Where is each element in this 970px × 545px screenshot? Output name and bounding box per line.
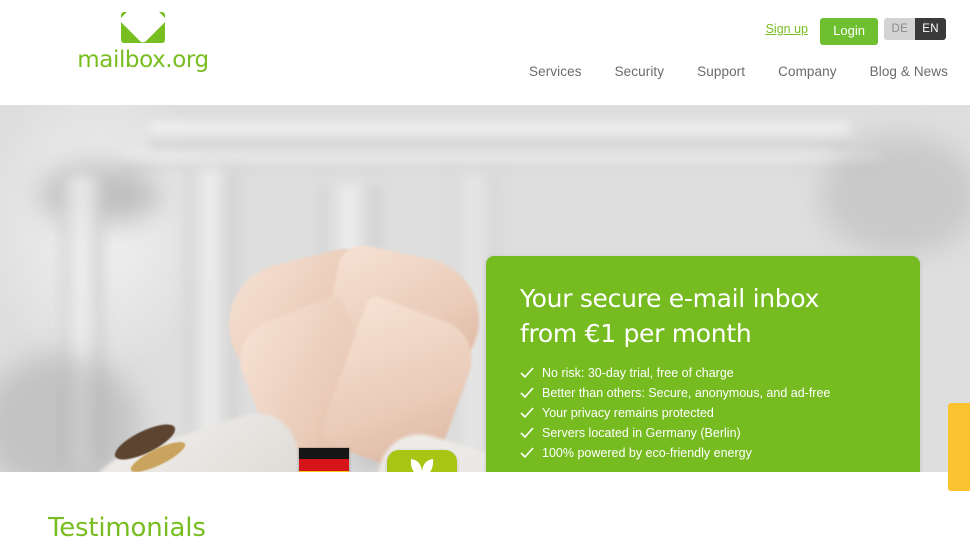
- nav-item-services[interactable]: Services: [529, 64, 582, 79]
- nav-item-support[interactable]: Support: [697, 64, 745, 79]
- envelope-icon: [121, 12, 165, 43]
- nav-item-security[interactable]: Security: [615, 64, 665, 79]
- nav-item-blog-news[interactable]: Blog & News: [870, 64, 948, 79]
- promo-feature-item: Your privacy remains protected: [520, 403, 910, 423]
- testimonials-heading: Testimonials: [48, 513, 206, 543]
- promo-feature-item: Better than others: Secure, anonymous, a…: [520, 383, 910, 403]
- promo-feature-label: Your privacy remains protected: [542, 406, 714, 420]
- promo-feature-label: 100% powered by eco-friendly energy: [542, 446, 752, 460]
- promo-title: Your secure e-mail inbox from €1 per mon…: [520, 281, 900, 351]
- promo-feature-item: No risk: 30-day trial, free of charge: [520, 363, 910, 383]
- hero-decor-blob: [820, 135, 970, 255]
- promo-feature-item: 100% powered by eco-friendly energy: [520, 443, 910, 463]
- check-icon: [520, 447, 534, 459]
- check-icon: [520, 387, 534, 399]
- promo-feature-label: No risk: 30-day trial, free of charge: [542, 366, 734, 380]
- feedback-tab[interactable]: [948, 403, 970, 491]
- promo-feature-list: No risk: 30-day trial, free of charge Be…: [520, 363, 910, 463]
- site-header: mailbox.org Sign up Login DE EN Services…: [0, 0, 970, 105]
- german-flag-icon: [298, 447, 350, 472]
- page-root: mailbox.org Sign up Login DE EN Services…: [0, 0, 970, 545]
- login-button[interactable]: Login: [820, 18, 878, 45]
- check-icon: [520, 427, 534, 439]
- leaf-icon: [410, 459, 434, 472]
- logo-text: mailbox.org: [77, 47, 209, 73]
- promo-feature-item: Servers located in Germany (Berlin): [520, 423, 910, 443]
- language-option-en[interactable]: EN: [915, 18, 946, 40]
- site-logo[interactable]: mailbox.org: [48, 12, 238, 73]
- promo-title-line-1: Your secure e-mail inbox: [520, 284, 820, 313]
- main-navigation: Services Security Support Company Blog &…: [529, 64, 948, 79]
- check-icon: [520, 367, 534, 379]
- language-option-de[interactable]: DE: [884, 18, 916, 40]
- check-icon: [520, 407, 534, 419]
- promo-feature-label: Better than others: Secure, anonymous, a…: [542, 386, 831, 400]
- promo-panel: Your secure e-mail inbox from €1 per mon…: [486, 256, 920, 472]
- language-toggle[interactable]: DE EN: [884, 18, 946, 40]
- nav-item-company[interactable]: Company: [778, 64, 836, 79]
- signup-link[interactable]: Sign up: [766, 22, 808, 36]
- hero-decor-beam: [150, 123, 850, 149]
- hero-banner: Data Centre in Germany 100% Green Energy…: [0, 105, 970, 472]
- promo-feature-label: Servers located in Germany (Berlin): [542, 426, 741, 440]
- green-energy-badge: 100% Green Energy: [387, 450, 457, 472]
- promo-title-line-2: from €1 per month: [520, 319, 752, 348]
